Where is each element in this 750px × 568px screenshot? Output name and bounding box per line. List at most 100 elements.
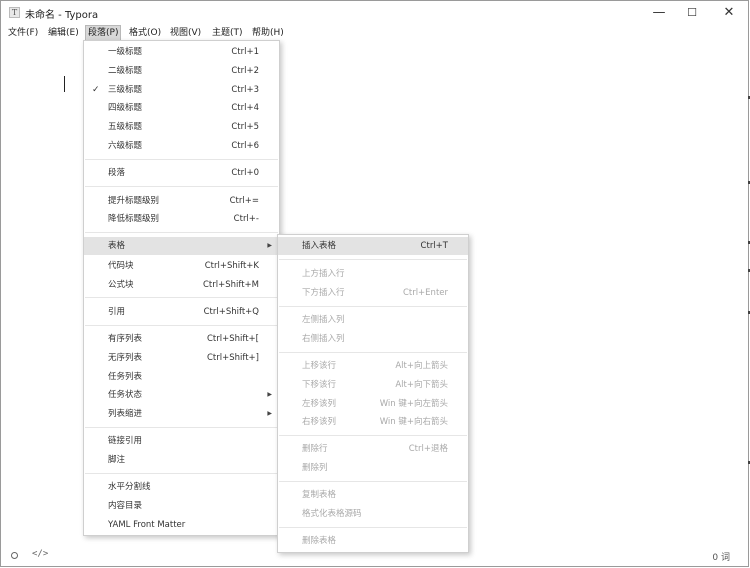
menu-format[interactable]: 格式(O) <box>127 26 163 41</box>
menu-item-insert-table[interactable]: 插入表格 Ctrl+T <box>278 237 468 255</box>
menu-item-move-col-left[interactable]: 左移该列 Win 键+向左箭头 <box>278 395 468 413</box>
menu-item-shortcut: Ctrl+0 <box>231 168 259 178</box>
menu-item-format-table-source[interactable]: 格式化表格源码 <box>278 505 468 523</box>
menu-edit[interactable]: 编辑(E) <box>46 26 81 41</box>
menu-item-label: 提升标题级别 <box>108 196 160 206</box>
close-button[interactable]: ✕ <box>711 1 747 25</box>
title-bar: T 未命名 - Typora — ☐ ✕ <box>1 1 748 25</box>
menu-item-table[interactable]: 表格 ▶ <box>84 237 279 255</box>
menu-item-label: 三级标题 <box>108 85 143 95</box>
menu-item-shortcut: Ctrl+Shift+[ <box>206 334 259 344</box>
menu-item-link-reference[interactable]: 链接引用 <box>84 432 279 450</box>
menu-item-horizontal-rule[interactable]: 水平分割线 <box>84 478 279 496</box>
menu-item-shortcut: Win 键+向左箭头 <box>379 399 448 409</box>
menu-file[interactable]: 文件(F) <box>6 26 40 41</box>
maximize-button[interactable]: ☐ <box>674 1 710 25</box>
submenu-arrow-icon: ▶ <box>267 391 272 398</box>
minimize-button[interactable]: — <box>641 1 677 25</box>
menu-separator <box>279 527 467 528</box>
menu-item-copy-table[interactable]: 复制表格 <box>278 486 468 504</box>
menu-item-shortcut: Ctrl+1 <box>231 47 259 57</box>
menu-theme[interactable]: 主题(T) <box>210 26 245 41</box>
menu-item-label: 二级标题 <box>108 66 143 76</box>
menu-item-list-indent[interactable]: 列表缩进 ▶ <box>84 405 279 423</box>
menu-item-shortcut: Ctrl+Shift+K <box>204 261 259 271</box>
menu-item-label: 段落 <box>108 168 126 178</box>
menu-view[interactable]: 视图(V) <box>168 26 203 41</box>
menu-item-label: 下移该行 <box>302 380 337 390</box>
menu-item-insert-row-below[interactable]: 下方插入行 Ctrl+Enter <box>278 284 468 302</box>
menu-item-shortcut: Ctrl+5 <box>231 122 259 132</box>
menu-item-label: 左移该列 <box>302 399 337 409</box>
menu-item-yaml-front-matter[interactable]: YAML Front Matter <box>84 516 279 534</box>
menu-item-heading-4[interactable]: 四级标题 Ctrl+4 <box>84 99 279 117</box>
menu-item-label: 内容目录 <box>108 501 143 511</box>
menu-item-heading-1[interactable]: 一级标题 Ctrl+1 <box>84 43 279 61</box>
menu-separator <box>85 473 278 474</box>
checkmark-icon: ✓ <box>92 85 100 95</box>
menu-item-shortcut: Ctrl+2 <box>231 66 259 76</box>
menu-separator <box>85 159 278 160</box>
menu-item-footnote[interactable]: 脚注 <box>84 451 279 469</box>
menu-item-label: 任务列表 <box>108 372 143 382</box>
menu-item-paragraph[interactable]: 段落 Ctrl+0 <box>84 164 279 182</box>
menu-item-code-block[interactable]: 代码块 Ctrl+Shift+K <box>84 257 279 275</box>
menu-item-label: 上移该行 <box>302 361 337 371</box>
menu-item-shortcut: Ctrl+= <box>229 196 259 206</box>
menu-item-ordered-list[interactable]: 有序列表 Ctrl+Shift+[ <box>84 330 279 348</box>
menu-item-heading-5[interactable]: 五级标题 Ctrl+5 <box>84 118 279 136</box>
menu-item-label: 格式化表格源码 <box>302 509 362 519</box>
menu-item-label: 右移该列 <box>302 417 337 427</box>
word-count[interactable]: 0 词 <box>712 550 730 563</box>
menu-item-label: 五级标题 <box>108 122 143 132</box>
menu-item-insert-row-above[interactable]: 上方插入行 <box>278 265 468 283</box>
menu-item-heading-2[interactable]: 二级标题 Ctrl+2 <box>84 62 279 80</box>
menu-item-label: 有序列表 <box>108 334 143 344</box>
outline-toggle-icon[interactable] <box>11 552 18 559</box>
menu-item-label: 下方插入行 <box>302 288 345 298</box>
menu-help[interactable]: 帮助(H) <box>250 26 286 41</box>
typora-app-icon: T <box>9 7 20 18</box>
menu-separator <box>85 186 278 187</box>
source-code-toggle-icon[interactable]: </> <box>32 549 48 559</box>
menu-item-insert-col-left[interactable]: 左侧插入列 <box>278 311 468 329</box>
menu-item-shortcut: Ctrl+4 <box>231 103 259 113</box>
menu-item-task-status[interactable]: 任务状态 ▶ <box>84 386 279 404</box>
menu-item-math-block[interactable]: 公式块 Ctrl+Shift+M <box>84 276 279 294</box>
menu-separator <box>85 232 278 233</box>
menu-item-move-row-down[interactable]: 下移该行 Alt+向下箭头 <box>278 376 468 394</box>
menu-item-label: YAML Front Matter <box>108 520 186 530</box>
menu-item-insert-col-right[interactable]: 右侧插入列 <box>278 330 468 348</box>
submenu-arrow-icon: ▶ <box>267 242 272 249</box>
menu-item-label: 插入表格 <box>302 241 337 251</box>
menu-item-move-row-up[interactable]: 上移该行 Alt+向上箭头 <box>278 357 468 375</box>
menu-item-heading-3[interactable]: ✓ 三级标题 Ctrl+3 <box>84 81 279 99</box>
menu-item-demote-heading[interactable]: 降低标题级别 Ctrl+- <box>84 210 279 228</box>
menu-item-delete-table[interactable]: 删除表格 <box>278 532 468 550</box>
menu-item-label: 删除行 <box>302 444 328 454</box>
menu-item-shortcut: Ctrl+- <box>233 214 259 224</box>
menu-item-toc[interactable]: 内容目录 <box>84 497 279 515</box>
menu-item-promote-heading[interactable]: 提升标题级别 Ctrl+= <box>84 192 279 210</box>
menu-item-label: 无序列表 <box>108 353 143 363</box>
menu-item-label: 代码块 <box>108 261 134 271</box>
menu-separator <box>279 435 467 436</box>
menu-item-unordered-list[interactable]: 无序列表 Ctrl+Shift+] <box>84 349 279 367</box>
menu-item-task-list[interactable]: 任务列表 <box>84 368 279 386</box>
menu-item-delete-col[interactable]: 删除列 <box>278 459 468 477</box>
menu-item-move-col-right[interactable]: 右移该列 Win 键+向右箭头 <box>278 413 468 431</box>
menu-separator <box>279 306 467 307</box>
menu-item-shortcut: Alt+向上箭头 <box>395 361 448 371</box>
menu-item-quote[interactable]: 引用 Ctrl+Shift+Q <box>84 303 279 321</box>
menu-item-delete-row[interactable]: 删除行 Ctrl+退格 <box>278 440 468 458</box>
menu-item-label: 左侧插入列 <box>302 315 345 325</box>
menu-item-heading-6[interactable]: 六级标题 Ctrl+6 <box>84 137 279 155</box>
menu-item-label: 六级标题 <box>108 141 143 151</box>
window-title: 未命名 - Typora <box>25 10 99 21</box>
menu-item-label: 链接引用 <box>108 436 143 446</box>
menu-separator <box>279 352 467 353</box>
menu-item-shortcut: Ctrl+6 <box>231 141 259 151</box>
menu-item-shortcut: Ctrl+T <box>420 241 448 251</box>
menu-item-label: 降低标题级别 <box>108 214 160 224</box>
menu-item-label: 上方插入行 <box>302 269 345 279</box>
